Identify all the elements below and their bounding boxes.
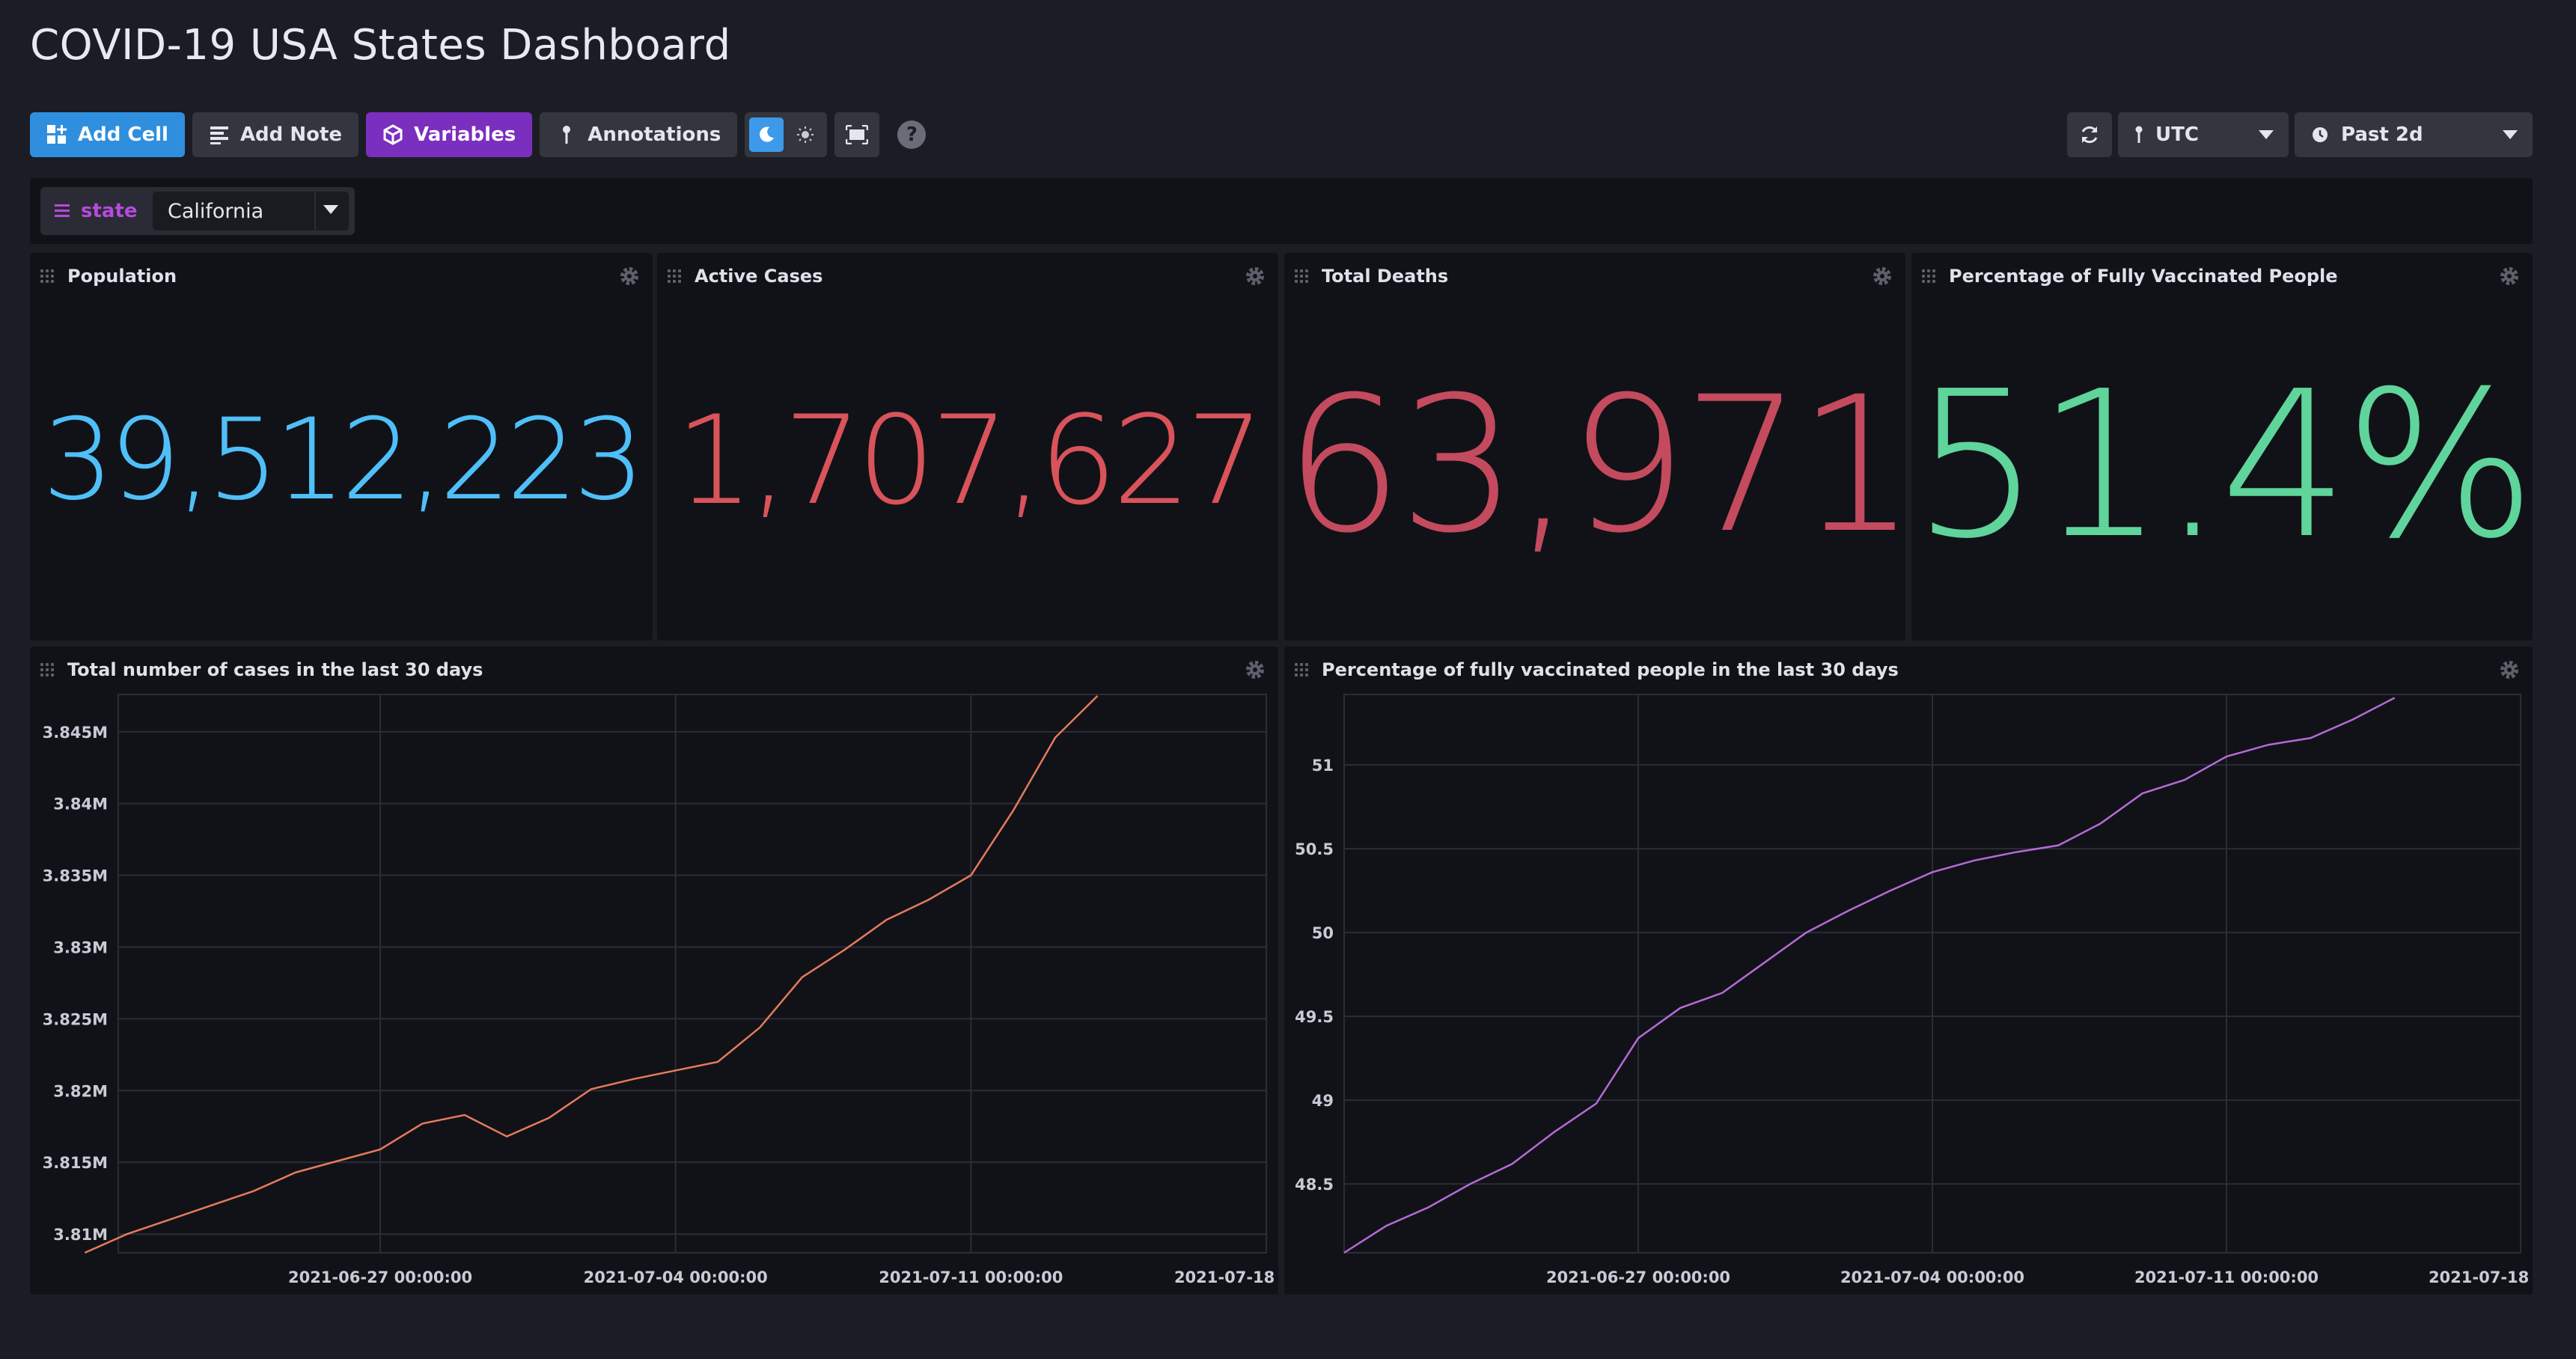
y-tick-label: 3.845M: [43, 724, 108, 742]
drag-handle-icon[interactable]: [1295, 269, 1308, 283]
vaccinated-cell: Percentage of Fully Vaccinated People 51…: [1911, 253, 2533, 641]
variable-name-label: state: [81, 200, 138, 222]
plot-frame: [117, 694, 1267, 1253]
refresh-icon: [2081, 126, 2098, 144]
series-line: [1343, 697, 2396, 1254]
pin-icon: [2135, 126, 2143, 143]
x-tick-label: 2021-07-04 00:00:00: [584, 1268, 768, 1286]
y-tick-label: 51: [1312, 757, 1334, 775]
note-icon: [209, 124, 230, 145]
y-tick-label: 3.83M: [53, 939, 108, 957]
state-select-value: California: [168, 199, 264, 223]
x-tick-label: 2021-06-27 00:00:00: [1546, 1268, 1730, 1286]
cell-title: Total Deaths: [1322, 266, 1449, 287]
time-range-value: Past 2d: [2341, 123, 2423, 146]
cases-line-chart[interactable]: 3.81M 3.815M 3.82M 3.825M 3.83M 3.835M 3.84M 3.…: [30, 647, 1278, 1295]
add-cell-button[interactable]: Add Cell: [30, 112, 185, 157]
timezone-value: UTC: [2155, 123, 2199, 146]
light-mode-option[interactable]: [788, 117, 822, 152]
dark-mode-option[interactable]: [749, 117, 784, 152]
presentation-mode-button[interactable]: [834, 112, 880, 157]
cell-title: Percentage of Fully Vaccinated People: [1949, 266, 2338, 287]
y-tick-label: 50: [1312, 924, 1334, 942]
gear-icon[interactable]: [618, 265, 641, 287]
variables-label: Variables: [414, 123, 516, 146]
active-cases-value: 1,707,627: [675, 389, 1265, 532]
x-tick-label: 2021-07-04 00:00:00: [1840, 1268, 2024, 1286]
drag-handle-icon[interactable]: [1922, 269, 1935, 283]
cases-chart-cell: Total number of cases in the last 30 day…: [30, 647, 1278, 1295]
add-cell-label: Add Cell: [78, 123, 168, 146]
help-button[interactable]: ?: [897, 120, 927, 149]
time-controls: UTC Past 2d: [2067, 112, 2533, 157]
sun-icon: [797, 126, 814, 143]
time-range-dropdown[interactable]: Past 2d: [2295, 112, 2533, 157]
y-tick-label: 3.815M: [43, 1154, 108, 1172]
theme-toggle: [745, 112, 828, 157]
gear-icon[interactable]: [1871, 265, 1893, 287]
population-value: 39,512,223: [42, 395, 645, 525]
vaccination-line-chart[interactable]: 48.5 49 49.5 50 50.5 51 2021-06-27 00:00:00 202…: [1284, 647, 2533, 1295]
cube-icon: [382, 124, 403, 145]
page-title: COVID-19 USA States Dashboard: [30, 21, 731, 70]
x-tick-label: 2021-07-18 00:00:00: [2429, 1268, 2533, 1286]
y-tick-label: 3.84M: [53, 795, 108, 813]
y-tick-label: 50.5: [1295, 840, 1334, 858]
annotations-label: Annotations: [587, 123, 721, 146]
y-tick-label: 49.5: [1295, 1008, 1334, 1026]
y-tick-label: 3.825M: [43, 1010, 108, 1028]
x-tick-label: 2021-07-11 00:00:00: [2134, 1268, 2319, 1286]
list-icon: [55, 204, 70, 217]
pin-icon: [556, 124, 577, 145]
total-deaths-value: 63,971: [1284, 356, 1905, 574]
vaccination-chart-cell: Percentage of fully vaccinated people in…: [1284, 647, 2533, 1295]
x-tick-label: 2021-07-18 00:00:00: [1174, 1268, 1278, 1286]
state-select[interactable]: California: [153, 192, 349, 230]
moon-icon: [760, 126, 775, 142]
variable-name: state: [40, 200, 151, 222]
y-tick-label: 3.835M: [43, 867, 108, 885]
add-note-label: Add Note: [239, 123, 343, 146]
gear-icon[interactable]: [2498, 265, 2521, 287]
y-tick-label: 3.82M: [53, 1082, 108, 1100]
active-cases-cell: Active Cases 1,707,627: [657, 253, 1278, 641]
chevron-down-icon: [323, 205, 338, 214]
drag-handle-icon[interactable]: [40, 269, 54, 283]
add-note-button[interactable]: Add Note: [192, 112, 359, 157]
population-cell: Population 39,512,223: [30, 253, 653, 641]
series-line: [84, 695, 1099, 1254]
cell-title: Active Cases: [695, 266, 823, 287]
x-tick-label: 2021-06-27 00:00:00: [288, 1268, 472, 1286]
variable-control: state California: [40, 187, 355, 235]
variables-button[interactable]: Variables: [366, 112, 533, 157]
add-cell-icon: [46, 124, 67, 145]
vaccinated-value: 51.4%: [1912, 347, 2533, 583]
dashboard-toolbar: Add Cell Add Note Variables Annotations …: [30, 112, 927, 157]
y-tick-label: 48.5: [1295, 1176, 1334, 1194]
fullscreen-icon: [846, 125, 869, 144]
refresh-button[interactable]: [2067, 112, 2112, 157]
drag-handle-icon[interactable]: [668, 269, 681, 283]
annotations-button[interactable]: Annotations: [540, 112, 738, 157]
total-deaths-cell: Total Deaths 63,971: [1284, 253, 1905, 641]
timezone-dropdown[interactable]: UTC: [2118, 112, 2289, 157]
y-tick-label: 3.81M: [53, 1226, 108, 1244]
y-tick-label: 49: [1312, 1092, 1334, 1110]
cell-title: Population: [67, 266, 177, 287]
variables-bar: state California: [30, 178, 2533, 244]
select-divider: [314, 192, 316, 230]
chevron-down-icon: [2259, 130, 2274, 139]
clock-icon: [2313, 127, 2328, 142]
x-tick-label: 2021-07-11 00:00:00: [879, 1268, 1063, 1286]
gear-icon[interactable]: [1244, 265, 1266, 287]
chevron-down-icon: [2503, 130, 2518, 139]
